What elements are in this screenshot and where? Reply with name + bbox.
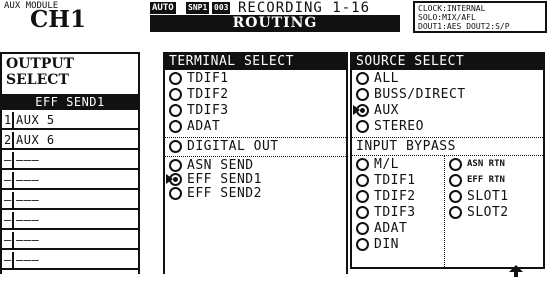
output-row-value: –––: [16, 213, 40, 227]
terminal-select-title: TERMINAL SELECT: [165, 54, 346, 70]
terminal-option-label: TDIF2: [187, 87, 229, 102]
output-row-number: –: [2, 252, 14, 268]
output-row-number: –: [2, 192, 14, 208]
output-select-panel: OUTPUT SELECT EFF SEND1 1 AUX 5 2 AUX 6– –––…: [0, 52, 140, 274]
bypass-option-radio[interactable]: [356, 238, 369, 251]
output-row[interactable]: – –––: [2, 212, 138, 230]
page-title: ROUTING: [232, 15, 318, 31]
source-option-label: ALL: [374, 71, 399, 86]
bypass-option-radio[interactable]: [449, 190, 462, 203]
digital-out-radio[interactable]: [169, 140, 182, 153]
bypass-option-label: TDIF1: [374, 173, 416, 188]
bypass-option-label: DIN: [374, 237, 399, 252]
output-row-number: –: [2, 172, 14, 188]
output-row-value: –––: [16, 173, 40, 187]
status-panel: CLOCK:INTERNAL SOLO:MIX/AFL DOUT1:AES DO…: [413, 1, 547, 33]
output-row-number: 2: [2, 132, 14, 148]
selection-pointer-icon: [166, 174, 173, 184]
output-row-number: –: [2, 152, 14, 168]
bypass-option-radio[interactable]: [449, 158, 462, 171]
source-option-radio[interactable]: [356, 88, 369, 101]
source-option-radio[interactable]: [356, 120, 369, 133]
send-option-radio[interactable]: [169, 159, 182, 172]
digital-out-label: DIGITAL OUT: [187, 139, 279, 154]
output-row-value: –––: [16, 153, 40, 167]
output-row[interactable]: 2 AUX 6: [2, 132, 138, 150]
bypass-option-radio[interactable]: [449, 206, 462, 219]
bypass-option-radio[interactable]: [356, 206, 369, 219]
input-bypass-title: INPUT BYPASS: [356, 139, 456, 154]
send-option-radio[interactable]: [169, 187, 182, 200]
output-select-title: OUTPUT SELECT: [6, 56, 74, 88]
source-option-label: AUX: [374, 103, 399, 118]
clock-status: CLOCK:INTERNAL: [418, 4, 486, 13]
output-row-value: –––: [16, 233, 40, 247]
title-bar: ROUTING: [150, 15, 400, 32]
snapshot-label: SNP1: [188, 3, 208, 12]
bypass-option-radio[interactable]: [356, 222, 369, 235]
divider: [165, 137, 346, 138]
up-arrow-icon[interactable]: [509, 262, 523, 277]
terminal-option-label: ADAT: [187, 119, 221, 134]
output-list: 1 AUX 5 2 AUX 6– ––– – ––– – ––– – ––– – ––– – –––: [2, 112, 138, 276]
bypass-option-label: M/L: [374, 157, 399, 172]
output-row-value: –––: [16, 193, 40, 207]
output-row[interactable]: – –––: [2, 192, 138, 210]
bypass-option-label: TDIF2: [374, 189, 416, 204]
send-option-label: EFF SEND1: [187, 172, 262, 187]
send-option-label: EFF SEND2: [187, 186, 262, 201]
output-row-value: AUX 5: [16, 113, 55, 127]
output-select-header: EFF SEND1: [2, 94, 138, 110]
terminal-option-radio[interactable]: [169, 88, 182, 101]
output-row-number: 1: [2, 112, 14, 128]
source-select-panel: SOURCE SELECT INPUT BYPASS ALL BUSS/DIREC…: [350, 52, 545, 269]
terminal-option-radio[interactable]: [169, 72, 182, 85]
divider: [165, 156, 346, 157]
bypass-option-label: SLOT1: [467, 189, 509, 204]
send-option-label: ASN SEND: [187, 158, 254, 173]
selection-pointer-icon: [353, 105, 360, 115]
bypass-option-label: TDIF3: [374, 205, 416, 220]
terminal-option-radio[interactable]: [169, 120, 182, 133]
solo-status: SOLO:MIX/AFL: [418, 13, 476, 22]
auto-badge: AUTO: [150, 2, 176, 14]
output-row[interactable]: – –––: [2, 232, 138, 250]
output-row-number: –: [2, 212, 14, 228]
bypass-option-radio[interactable]: [449, 174, 462, 187]
source-option-label: STEREO: [374, 119, 424, 134]
bypass-option-label: ASN RTN: [467, 159, 505, 169]
dout-status: DOUT1:AES DOUT2:S/P: [418, 22, 510, 31]
output-row-number: –: [2, 232, 14, 248]
divider: [352, 137, 543, 138]
title-line1: RECORDING 1-16: [238, 0, 371, 16]
bypass-option-label: SLOT2: [467, 205, 509, 220]
divider: [352, 155, 543, 156]
output-row[interactable]: 1 AUX 5: [2, 112, 138, 130]
terminal-option-radio[interactable]: [169, 104, 182, 117]
bypass-option-label: ADAT: [374, 221, 408, 236]
terminal-option-label: TDIF1: [187, 71, 229, 86]
output-row[interactable]: – –––: [2, 172, 138, 190]
bypass-option-radio[interactable]: [356, 158, 369, 171]
bypass-option-label: EFF RTN: [467, 175, 505, 185]
snapshot-number: 003: [212, 2, 231, 14]
source-option-label: BUSS/DIRECT: [374, 87, 466, 102]
output-row[interactable]: – –––: [2, 252, 138, 270]
bypass-option-radio[interactable]: [356, 190, 369, 203]
bypass-option-radio[interactable]: [356, 174, 369, 187]
divider: [444, 156, 445, 269]
terminal-option-label: TDIF3: [187, 103, 229, 118]
output-row[interactable]: – –––: [2, 152, 138, 170]
snapshot-badge: SNP1: [186, 2, 210, 14]
output-row-value: –––: [16, 253, 40, 267]
terminal-select-panel: TERMINAL SELECT DIGITAL OUT TDIF1 TDIF2 TD…: [163, 52, 348, 274]
source-select-title: SOURCE SELECT: [352, 54, 543, 70]
source-option-radio[interactable]: [356, 72, 369, 85]
channel-label: CH1: [30, 6, 87, 33]
output-row-value: AUX 6: [16, 133, 55, 147]
